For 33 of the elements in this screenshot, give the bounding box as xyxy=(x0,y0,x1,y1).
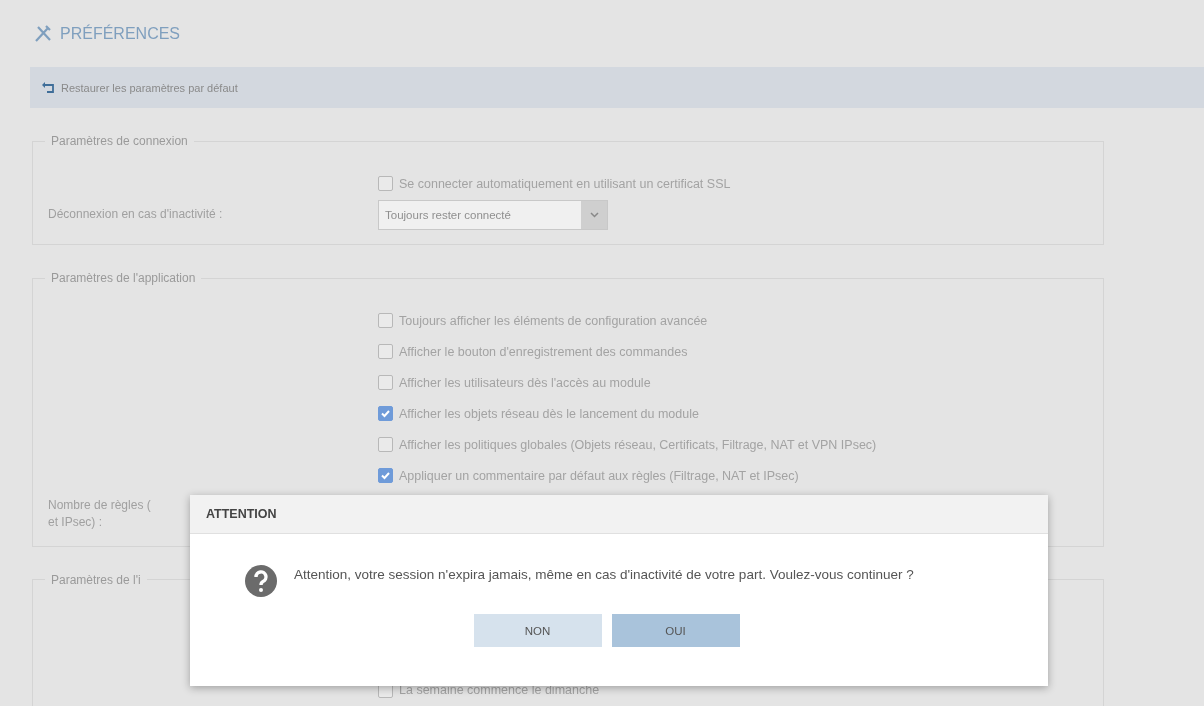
restore-icon xyxy=(42,81,56,94)
checkbox[interactable] xyxy=(378,406,393,421)
option-text: Afficher les politiques globales (Objets réseau, Certificats, Filtrage, NAT et VPN IPsec) xyxy=(399,437,877,452)
checkbox[interactable] xyxy=(378,344,393,359)
section-title: Paramètres de connexion xyxy=(50,134,189,148)
help-icon xyxy=(244,564,278,598)
option-text: Se connecter automatiquement en utilisant un certificat SSL xyxy=(399,176,731,191)
dropdown[interactable]: Toujours rester connecté xyxy=(378,199,608,230)
dialog-message: Attention, votre session n'expira jamais, même en cas d'inactivité de votre part. Voulez-vous continuer ? xyxy=(294,566,914,584)
option-text: Afficher le bouton d'enregistrement des commandes xyxy=(399,344,688,359)
field-label: Déconnexion en cas d'inactivité : xyxy=(47,205,224,223)
restore-defaults-button[interactable]: Restaurer les paramètres par défaut xyxy=(42,81,238,94)
dialog-button[interactable]: OUI xyxy=(611,614,740,647)
tools-icon xyxy=(34,24,52,43)
page-title: PRÉFÉRENCES xyxy=(60,24,181,43)
checkbox[interactable] xyxy=(378,375,393,390)
section-title: Paramètres de l'i xyxy=(50,572,142,587)
checkmark-icon xyxy=(380,408,391,419)
checkbox[interactable] xyxy=(378,313,393,328)
checkmark-icon xyxy=(380,470,391,481)
checkbox[interactable] xyxy=(378,176,393,191)
dialog-title: ATTENTION xyxy=(190,495,1048,534)
dialog-button[interactable]: NON xyxy=(473,614,602,647)
option-text: Appliquer un commentaire par défaut aux règles (Filtrage, NAT et IPsec) xyxy=(399,468,799,483)
checkbox[interactable] xyxy=(378,437,393,452)
section-title: Paramètres de l'application xyxy=(50,271,197,285)
option-text: Toujours afficher les éléments de configuration avancée xyxy=(399,313,708,328)
checkbox[interactable] xyxy=(378,468,393,483)
option-text: Afficher les objets réseau dès le lancement du module xyxy=(399,406,699,421)
option-text: Afficher les utilisateurs dès l'accès au module xyxy=(399,375,651,390)
option-text: La semaine commence le dimanche xyxy=(399,683,600,698)
chevron-down-icon xyxy=(589,211,599,218)
field-label: Nombre de règles ( et IPsec) : xyxy=(48,497,151,532)
